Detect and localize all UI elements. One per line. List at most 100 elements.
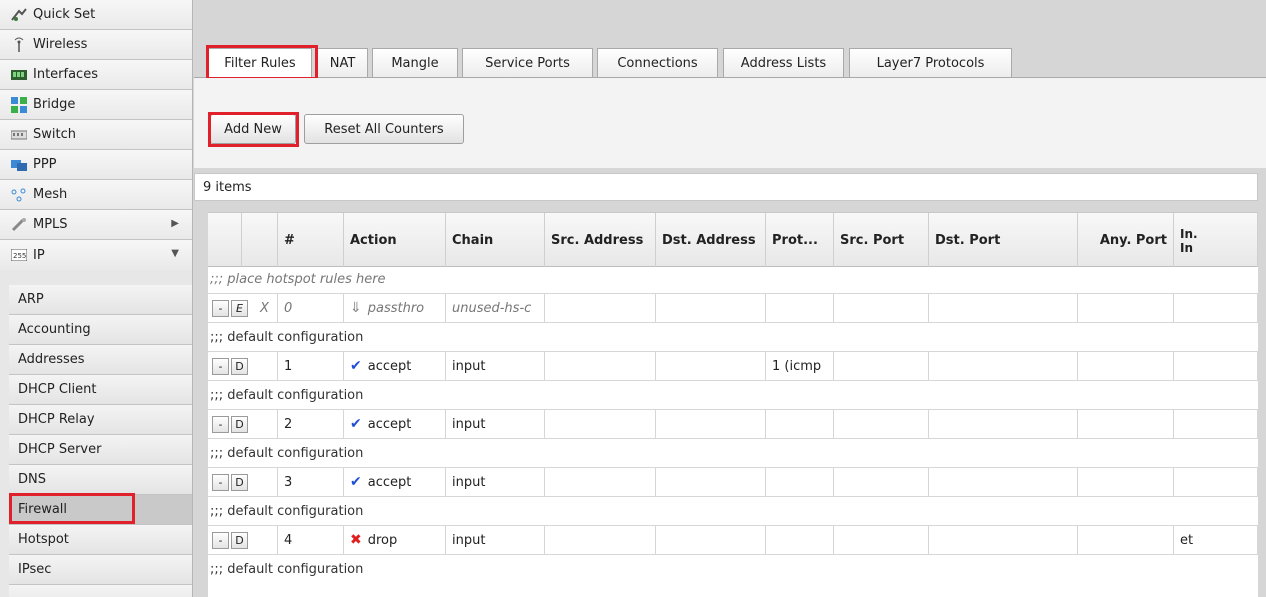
col-num[interactable]: # [278,213,344,268]
tab-service-ports[interactable]: Service Ports [462,48,593,78]
sidebar-item-quick-set[interactable]: Quick Set [0,0,192,30]
ip-icon: 255 [10,247,28,263]
rule-chain: input [446,352,545,380]
submenu-item-label: Firewall [18,502,68,517]
table-row[interactable]: - D 3 ✔ accept input [208,467,1258,497]
col-dst-port[interactable]: Dst. Port [929,213,1078,268]
sidebar-item-ip[interactable]: 255 IP ▼ [0,240,192,270]
col-src-port[interactable]: Src. Port [834,213,929,268]
chevron-down-icon: ▼ [171,248,179,259]
sidebar-item-mpls[interactable]: MPLS ▶ [0,210,192,240]
row-controls: - D [208,526,278,554]
rule-number: 0 [278,294,344,322]
disable-button[interactable]: D [231,473,248,491]
col-dst-port-label: Dst. Port [935,232,1001,248]
rule-src-address [545,410,656,438]
rule-action-text: passthro [367,300,425,316]
rule-number-text: 3 [284,474,293,490]
rule-comment-text: ;;; default configuration [210,446,364,461]
rule-action: ⇓ passthro [344,294,446,322]
col-action-label: Action [350,232,397,248]
sidebar-item-ppp[interactable]: PPP [0,150,192,180]
submenu-item-label: Hotspot [18,532,69,547]
submenu-item-dhcp-relay[interactable]: DHCP Relay [9,405,192,435]
remove-button[interactable]: - [212,299,229,317]
submenu-item-arp[interactable]: ARP [9,285,192,315]
tab-label: Service Ports [485,56,570,71]
col-action[interactable]: Action [344,213,446,268]
rule-src-port [834,410,929,438]
tab-nat[interactable]: NAT [317,48,368,78]
rule-number: 1 [278,352,344,380]
table-row[interactable]: - D 4 ✖ drop input et [208,525,1258,555]
submenu-item-next[interactable] [9,585,192,597]
col-dst-address[interactable]: Dst. Address [656,213,766,268]
rule-dst-port [929,526,1078,554]
col-btn1[interactable] [208,213,242,268]
rule-dst-port [929,352,1078,380]
col-protocol[interactable]: Prot... [766,213,834,268]
col-in-interface[interactable]: In. In [1174,213,1258,268]
remove-button[interactable]: - [212,531,229,549]
rule-protocol-text: 1 (icmp [772,358,822,374]
remove-button[interactable]: - [212,473,229,491]
tab-mangle[interactable]: Mangle [372,48,458,78]
col-in-interface-label: In. In [1180,226,1198,255]
tab-layer7-protocols[interactable]: Layer7 Protocols [849,48,1012,78]
rule-comment: ;;; default configuration [208,441,1258,466]
passthrough-icon: ⇓ [350,300,362,316]
rule-comment: ;;; default configuration [208,499,1258,524]
disable-button[interactable]: D [231,357,248,375]
table-row[interactable]: - D 1 ✔ accept input 1 (icmp [208,351,1258,381]
col-src-address[interactable]: Src. Address [545,213,656,268]
col-any-port[interactable]: Any. Port [1078,213,1174,268]
tab-filter-rules[interactable]: Filter Rules [208,48,312,78]
tab-connections[interactable]: Connections [597,48,718,78]
col-chain[interactable]: Chain [446,213,545,268]
sidebar-item-interfaces[interactable]: Interfaces [0,60,192,90]
mpls-icon [10,217,28,233]
rule-chain: unused-hs-c [446,294,545,322]
remove-button[interactable]: - [212,415,229,433]
disable-button[interactable]: D [231,531,248,549]
enable-button[interactable]: E [231,299,248,317]
sidebar-item-label: PPP [33,157,57,172]
tab-label: Filter Rules [224,56,296,71]
submenu-item-ipsec[interactable]: IPsec [9,555,192,585]
submenu-item-hotspot[interactable]: Hotspot [9,525,192,555]
rule-src-port [834,294,929,322]
table-row[interactable]: - E X 0 ⇓ passthro unused-hs-c [208,293,1258,323]
submenu-item-label: ARP [18,292,44,307]
submenu-item-dhcp-server[interactable]: DHCP Server [9,435,192,465]
submenu-item-accounting[interactable]: Accounting [9,315,192,345]
table-header: # Action Chain Src. Address Dst. Address… [208,212,1258,268]
disable-button[interactable]: D [231,415,248,433]
reset-all-counters-button[interactable]: Reset All Counters [304,114,464,144]
submenu-indent [0,285,9,597]
submenu-item-firewall[interactable]: Firewall [9,495,192,525]
toolbar: Add New Reset All Counters [194,78,1266,168]
sidebar-item-switch[interactable]: Switch [0,120,192,150]
ppp-icon [10,157,28,173]
table-row[interactable]: - D 2 ✔ accept input [208,409,1258,439]
sidebar-item-label: Bridge [33,97,76,112]
sidebar-item-wireless[interactable]: Wireless [0,30,192,60]
rule-chain-text: unused-hs-c [452,300,532,316]
submenu-item-dhcp-client[interactable]: DHCP Client [9,375,192,405]
rule-comment-text: ;;; place hotspot rules here [210,272,386,287]
rule-action: ✔ accept [344,352,446,380]
submenu-item-dns[interactable]: DNS [9,465,192,495]
sidebar-item-bridge[interactable]: Bridge [0,90,192,120]
remove-button[interactable]: - [212,357,229,375]
tab-label: NAT [329,56,356,71]
sidebar-item-mesh[interactable]: Mesh [0,180,192,210]
add-new-button[interactable]: Add New [210,114,296,144]
col-flags[interactable] [242,213,278,268]
sidebar-item-label: Wireless [33,37,88,52]
submenu-item-addresses[interactable]: Addresses [9,345,192,375]
rule-chain: input [446,468,545,496]
tab-bar: Filter Rules NAT Mangle Service Ports Co… [194,0,1266,84]
tab-address-lists[interactable]: Address Lists [723,48,844,78]
col-any-port-label: Any. Port [1099,232,1167,248]
item-count: 9 items [203,179,252,195]
